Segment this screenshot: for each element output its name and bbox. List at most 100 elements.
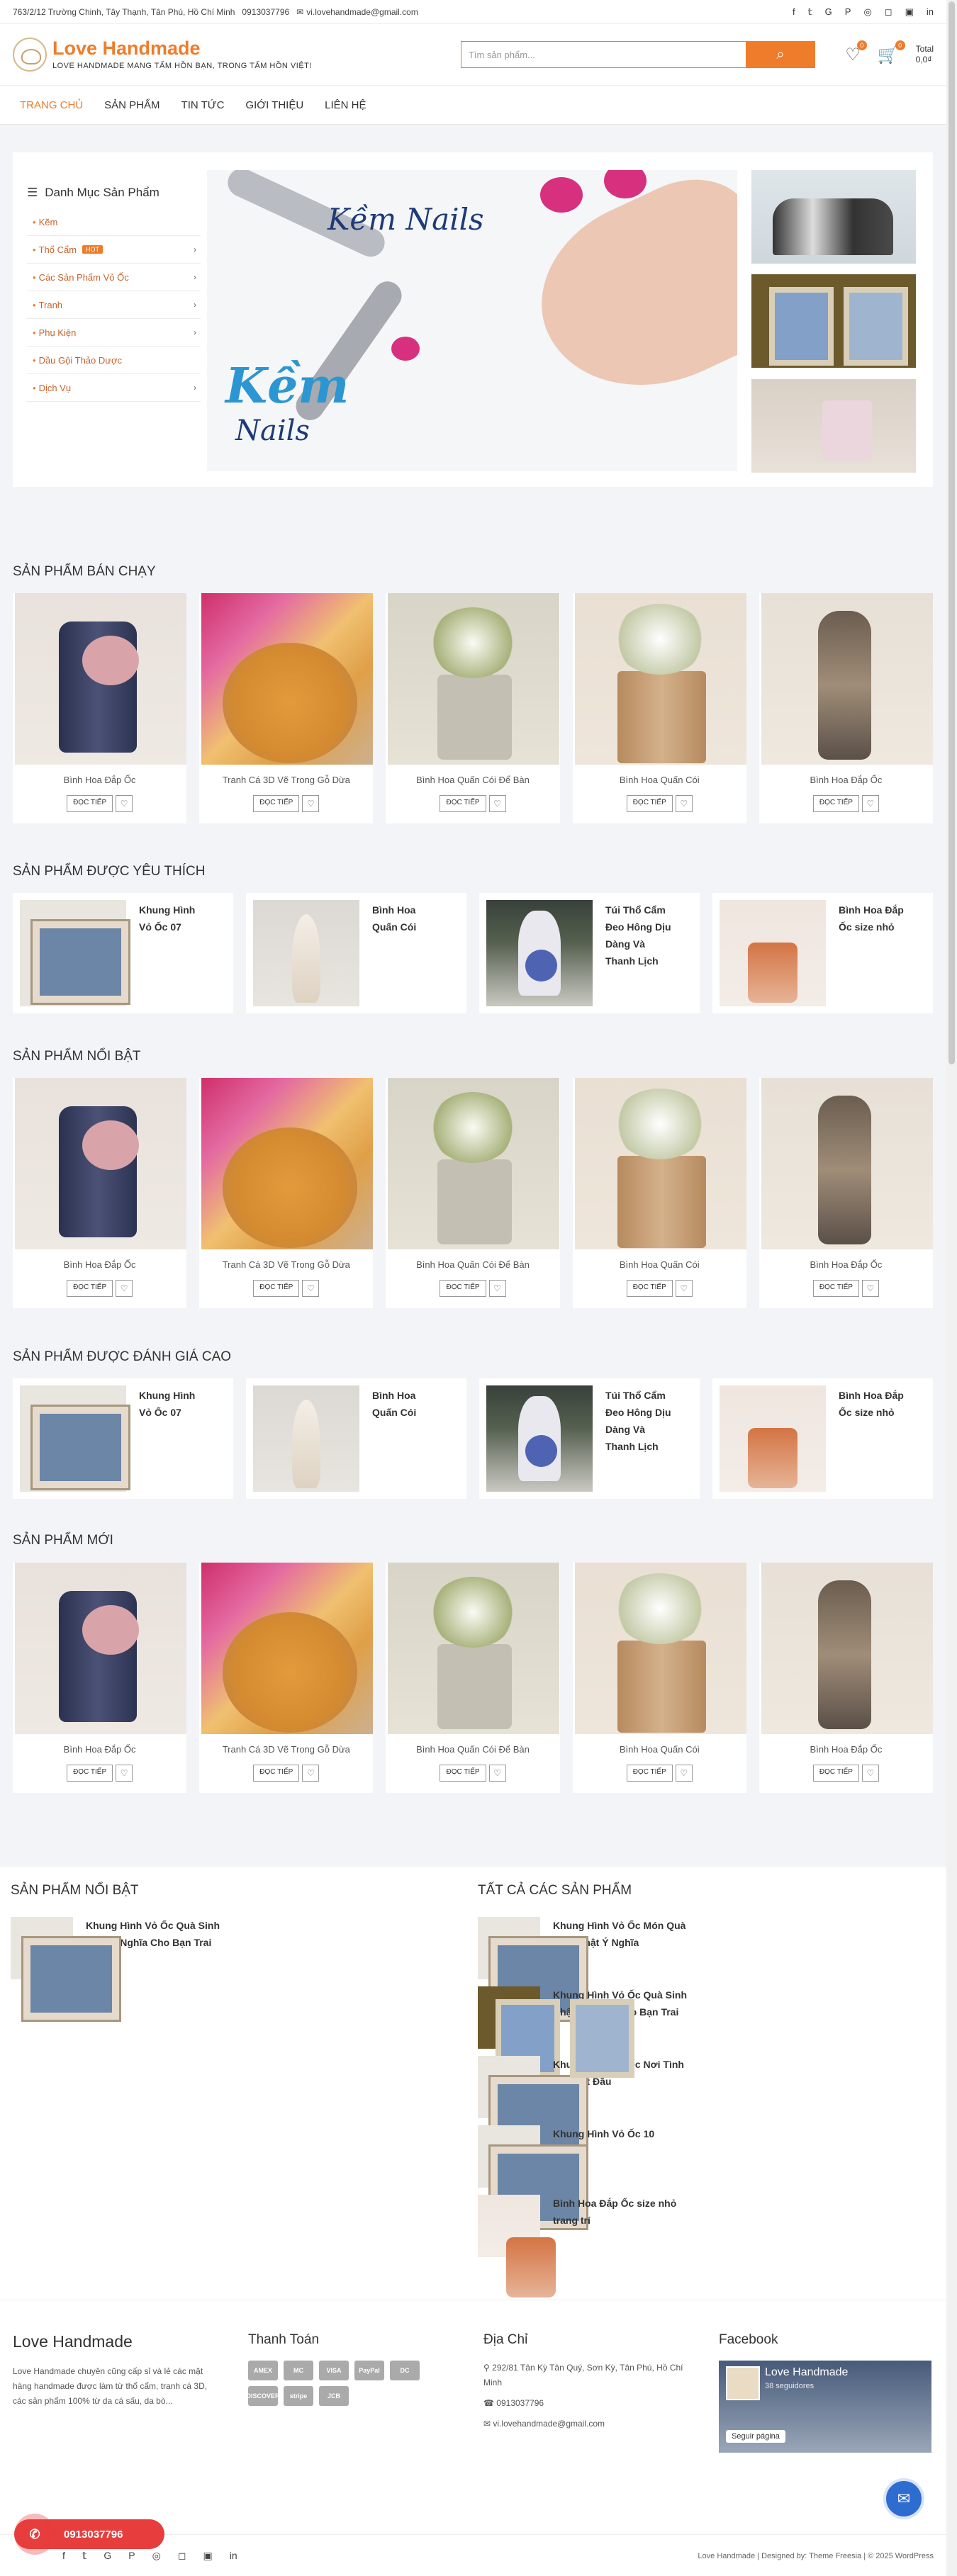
facebook-icon[interactable]: f (62, 2550, 65, 2562)
chevron-right-icon[interactable]: › (194, 300, 196, 310)
product-card[interactable]: Tranh Cá 3D Vẽ Trong Gỗ Dừa ĐỌC TIẾP ♡ (199, 1563, 374, 1793)
product-name[interactable]: Khung Hình Vỏ Ốc 07 (139, 1387, 210, 1421)
add-to-wishlist-button[interactable]: ♡ (302, 795, 320, 812)
product-name[interactable]: Bình Hoa Đắp Ốc size nhỏ (839, 901, 910, 935)
product-image[interactable] (253, 900, 359, 1006)
product-card[interactable]: Tranh Cá 3D Vẽ Trong Gỗ Dừa ĐỌC TIẾP ♡ (199, 1078, 374, 1308)
dribbble-icon[interactable]: ◎ (152, 2550, 161, 2562)
product-card[interactable]: Tranh Cá 3D Vẽ Trong Gỗ Dừa ĐỌC TIẾP ♡ (199, 593, 374, 823)
flickr-icon[interactable]: ▣ (905, 6, 914, 18)
product-card[interactable]: Bình Hoa Đắp Ốc ĐỌC TIẾP ♡ (759, 593, 934, 823)
google-plus-icon[interactable]: G (103, 2550, 111, 2562)
search-input[interactable]: Tìm sản phẩm... (460, 41, 746, 68)
read-more-button[interactable]: ĐỌC TIẾP (253, 1765, 300, 1782)
product-name[interactable]: Bình Hoa Đắp Ốc (13, 775, 186, 785)
site-logo[interactable]: Love Handmade LOVE HANDMADE MANG TẤM HỒN… (13, 38, 312, 72)
widget-product-item[interactable]: Khung Hình Vỏ Ốc Món Quà Sinh Nhật Ý Ngh… (478, 1917, 702, 2022)
widget-product-item[interactable]: Khung Hình Vỏ Ốc Quà Sinh Nhật Ý Nghĩa C… (478, 1986, 702, 2078)
product-image[interactable] (201, 593, 374, 765)
read-more-button[interactable]: ĐỌC TIẾP (626, 1280, 673, 1297)
add-to-wishlist-button[interactable]: ♡ (488, 1765, 506, 1782)
widget-product-item[interactable]: Khung Hình Vỏ Ốc Quà Sinh Nhật Ý Nghĩa C… (11, 1917, 235, 2022)
mini-product-card[interactable]: Bình Hoa Đắp Ốc size nhỏ (712, 1378, 933, 1499)
product-card[interactable]: Bình Hoa Đắp Ốc ĐỌC TIẾP ♡ (13, 1563, 187, 1793)
cart-total[interactable]: Total 0,0₫ (916, 44, 934, 65)
product-card[interactable]: Bình Hoa Quấn Cói Để Bàn ĐỌC TIẾP ♡ (386, 1563, 560, 1793)
product-image[interactable] (388, 593, 560, 765)
category-item[interactable]: Dịch Vụ › (27, 374, 201, 402)
product-name[interactable]: Khung Hình Vỏ Ốc 07 (139, 901, 210, 935)
promo-image-people[interactable] (751, 170, 916, 264)
product-name[interactable]: Bình Hoa Đắp Ốc (759, 775, 933, 785)
read-more-button[interactable]: ĐỌC TIẾP (67, 1765, 113, 1782)
product-image[interactable] (20, 1385, 130, 1492)
add-to-wishlist-button[interactable]: ♡ (116, 1280, 133, 1297)
category-item[interactable]: Phụ Kiện › (27, 319, 201, 347)
product-name[interactable]: Bình Hoa Quấn Cói Để Bàn (386, 775, 559, 785)
mini-product-card[interactable]: Bình Hoa Quấn Cói (246, 893, 466, 1013)
wishlist-button[interactable]: ♡ 0 (845, 40, 867, 65)
mini-product-card[interactable]: Bình Hoa Đắp Ốc size nhỏ (712, 893, 933, 1013)
linkedin-icon[interactable]: in (927, 6, 934, 18)
read-more-button[interactable]: ĐỌC TIẾP (253, 1280, 300, 1297)
product-card[interactable]: Bình Hoa Đắp Ốc ĐỌC TIẾP ♡ (759, 1563, 934, 1793)
product-image[interactable] (15, 593, 186, 765)
facebook-follow-button[interactable]: Seguir página (726, 2430, 785, 2443)
mini-product-card[interactable]: Khung Hình Vỏ Ốc 07 (13, 893, 233, 1013)
site-title[interactable]: Love Handmade (52, 39, 312, 58)
product-image[interactable] (201, 1078, 374, 1249)
product-image[interactable] (761, 1563, 933, 1734)
category-item[interactable]: Thổ Cẩm HOT › (27, 236, 201, 264)
chevron-right-icon[interactable]: › (194, 327, 196, 337)
product-image[interactable] (15, 1078, 186, 1249)
messenger-chat-button[interactable]: ✉ (883, 2478, 924, 2519)
product-image[interactable] (761, 593, 933, 765)
flickr-icon[interactable]: ▣ (203, 2550, 212, 2562)
add-to-wishlist-button[interactable]: ♡ (116, 795, 133, 812)
read-more-button[interactable]: ĐỌC TIẾP (253, 795, 300, 812)
widget-product-item[interactable]: Khung Hình Vỏ Ốc 10 (478, 2125, 702, 2230)
product-image[interactable] (388, 1563, 560, 1734)
product-name[interactable]: Bình Hoa Quấn Cói (372, 1387, 443, 1421)
product-card[interactable]: Bình Hoa Đắp Ốc ĐỌC TIẾP ♡ (13, 1078, 187, 1308)
hero-banner[interactable]: Kềm Nails Kềm Nails (207, 170, 737, 471)
twitter-icon[interactable]: 𝕥 (808, 6, 812, 18)
add-to-wishlist-button[interactable]: ♡ (861, 1765, 879, 1782)
product-image[interactable] (761, 1078, 933, 1249)
product-card[interactable]: Bình Hoa Quấn Cói Để Bàn ĐỌC TIẾP ♡ (386, 1078, 560, 1308)
product-name[interactable]: Tranh Cá 3D Vẽ Trong Gỗ Dừa (199, 1259, 373, 1270)
nav-products[interactable]: SẢN PHẨM (104, 99, 160, 111)
topbar-email[interactable]: vi.lovehandmade@gmail.com (306, 7, 418, 17)
promo-image-flowers[interactable] (751, 379, 916, 473)
read-more-button[interactable]: ĐỌC TIẾP (67, 1280, 113, 1297)
twitter-icon[interactable]: 𝕥 (82, 2550, 87, 2562)
cart-button[interactable]: 🛒 0 (878, 40, 905, 65)
add-to-wishlist-button[interactable]: ♡ (488, 795, 506, 812)
category-item[interactable]: Các Sản Phẩm Vỏ Ốc › (27, 264, 201, 291)
topbar-phone[interactable]: 0913037796 (242, 7, 289, 17)
product-image[interactable] (15, 1563, 186, 1734)
product-name[interactable]: Bình Hoa Quấn Cói (573, 1259, 746, 1270)
mini-product-card[interactable]: Bình Hoa Quấn Cói (246, 1378, 466, 1499)
product-name[interactable]: Tranh Cá 3D Vẽ Trong Gỗ Dừa (199, 1744, 373, 1755)
facebook-icon[interactable]: f (793, 6, 795, 18)
nav-news[interactable]: TIN TỨC (181, 99, 225, 111)
read-more-button[interactable]: ĐỌC TIẾP (812, 1765, 859, 1782)
add-to-wishlist-button[interactable]: ♡ (675, 795, 693, 812)
product-name[interactable]: Bình Hoa Quấn Cói (573, 775, 746, 785)
facebook-page-widget[interactable]: Love Handmade 38 seguidores Seguir págin… (719, 2361, 931, 2453)
product-card[interactable]: Bình Hoa Quấn Cói ĐỌC TIẾP ♡ (572, 1563, 746, 1793)
google-plus-icon[interactable]: G (825, 6, 832, 18)
chevron-right-icon[interactable]: › (194, 244, 196, 254)
product-image[interactable] (720, 900, 826, 1006)
product-image[interactable] (201, 1563, 374, 1734)
read-more-button[interactable]: ĐỌC TIẾP (626, 795, 673, 812)
add-to-wishlist-button[interactable]: ♡ (302, 1765, 320, 1782)
add-to-wishlist-button[interactable]: ♡ (675, 1280, 693, 1297)
read-more-button[interactable]: ĐỌC TIẾP (440, 795, 486, 812)
vertical-scrollbar[interactable] (946, 0, 957, 2576)
product-image[interactable] (574, 1563, 746, 1734)
product-image[interactable] (388, 1078, 560, 1249)
product-name[interactable]: Bình Hoa Đắp Ốc (13, 1744, 186, 1755)
read-more-button[interactable]: ĐỌC TIẾP (440, 1280, 486, 1297)
